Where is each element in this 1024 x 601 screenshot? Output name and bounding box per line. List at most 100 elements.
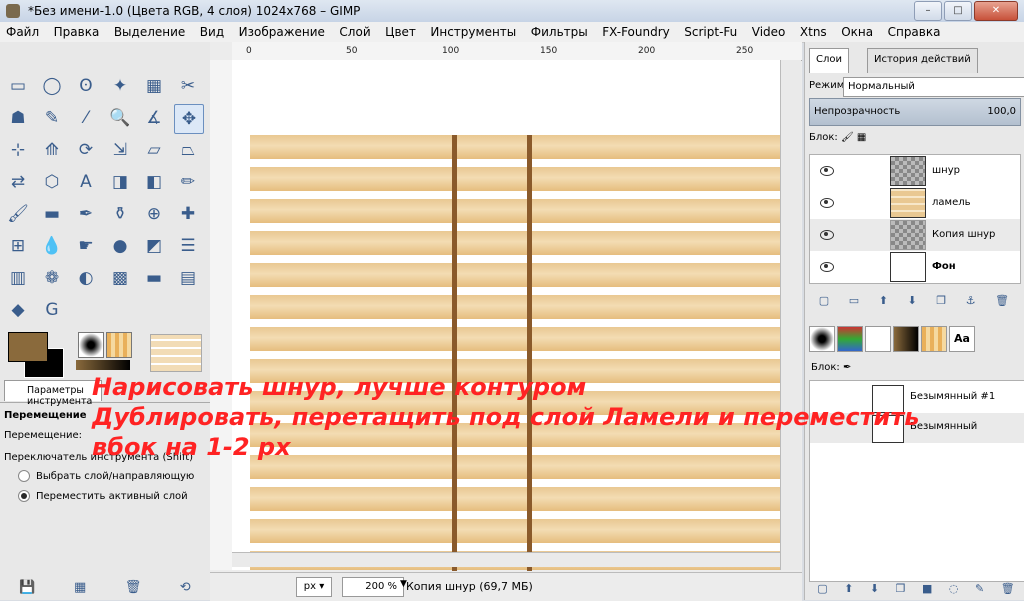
layer-mode-select[interactable]: Нормальный [843,77,1024,97]
new-path-icon[interactable]: ▢ [817,582,827,598]
active-image-thumbnail[interactable] [150,334,202,372]
visibility-eye-icon[interactable] [820,196,834,208]
dodge-burn-icon[interactable]: ● [106,232,134,260]
menu-image[interactable]: Изображение [233,22,330,39]
shear-icon[interactable]: ▱ [140,136,168,164]
menu-view[interactable]: Вид [194,22,229,39]
paintbrush-icon[interactable]: 🖌 [4,200,32,228]
script-c-icon[interactable]: ▥ [4,264,32,292]
tool-options-tab[interactable]: Параметры инструмента [4,380,102,407]
duplicate-path-icon[interactable]: ❐ [896,582,906,598]
radio-pick-layer[interactable]: Выбрать слой/направляющую [18,470,194,482]
menu-script-fu[interactable]: Script-Fu [678,22,742,39]
menu-video[interactable]: Video [746,22,791,39]
gradients-tab-icon[interactable] [893,326,919,352]
free-select-icon[interactable]: ʘ [72,72,100,100]
opacity-slider[interactable]: Непрозрачность 100,0 [809,98,1021,126]
paths-tab-icon[interactable] [865,326,891,352]
layer-row[interactable]: Копия шнур [810,219,1020,251]
clone-icon[interactable]: ⊕ [140,200,168,228]
text-icon[interactable]: A [72,168,100,196]
radio-pick-layer-button[interactable] [18,470,30,482]
restore-options-icon[interactable]: ▦ [74,580,86,595]
visibility-eye-icon[interactable] [820,228,834,240]
raise-path-icon[interactable]: ⬆ [844,582,853,598]
scissors-icon[interactable]: ✂ [174,72,202,100]
delete-options-icon[interactable]: 🗑 [125,580,142,595]
path-to-selection-icon[interactable]: ■ [922,582,932,598]
heal-icon[interactable]: ✚ [174,200,202,228]
ellipse-select-icon[interactable]: ◯ [38,72,66,100]
crop-icon[interactable]: ⟰ [38,136,66,164]
lower-layer-icon[interactable]: ⬇ [908,294,917,312]
minimize-button[interactable]: – [914,1,942,21]
perspective-icon[interactable]: ⏢ [174,136,202,164]
duplicate-layer-icon[interactable]: ❐ [936,294,946,312]
layer-row[interactable]: ламель [810,187,1020,219]
bucket-fill-icon[interactable]: ◨ [106,168,134,196]
radio-move-active-button[interactable] [18,490,30,502]
menu-filters[interactable]: Фильтры [525,22,593,39]
gimp-logo-icon[interactable]: G [38,296,66,324]
zoom-icon[interactable]: 🔍 [106,104,134,132]
menu-colors[interactable]: Цвет [379,22,421,39]
brush-preview[interactable] [78,332,104,358]
perspective-clone-icon[interactable]: ⊞ [4,232,32,260]
new-group-icon[interactable]: ▭ [849,294,859,312]
menu-select[interactable]: Выделение [108,22,190,39]
stroke-path-icon[interactable]: ✎ [975,582,984,598]
delete-layer-icon[interactable]: 🗑 [995,294,1009,312]
new-layer-icon[interactable]: ▢ [819,294,829,312]
save-options-icon[interactable]: 💾 [19,580,35,595]
script-a-icon[interactable]: ◩ [140,232,168,260]
fuzzy-select-icon[interactable]: ✦ [106,72,134,100]
gradient-preview[interactable] [76,360,130,370]
menu-layer[interactable]: Слой [333,22,375,39]
script-g-icon[interactable]: ▬ [140,264,168,292]
zoom-field[interactable]: 200 % [342,577,404,597]
gegl-icon[interactable]: ◆ [4,296,32,324]
script-e-icon[interactable]: ◐ [72,264,100,292]
smudge-icon[interactable]: ☛ [72,232,100,260]
delete-path-icon[interactable]: 🗑 [1001,582,1015,598]
menu-xtns[interactable]: Xtns [794,22,832,39]
horizontal-ruler[interactable]: 0 50 100 150 200 250 [232,42,802,61]
horizontal-scrollbar[interactable] [232,552,780,567]
tab-history[interactable]: История действий [867,48,978,73]
lock-alpha-icon[interactable]: ▦ [857,132,866,143]
pencil-icon[interactable]: ✏ [174,168,202,196]
fonts-tab-icon[interactable]: Aa [949,326,975,352]
airbrush-icon[interactable]: ✒ [72,200,100,228]
anchor-layer-icon[interactable]: ⚓ [966,294,976,312]
radio-move-active[interactable]: Переместить активный слой [18,490,188,502]
menu-file[interactable]: Файл [0,22,44,39]
foreground-select-icon[interactable]: ☗ [4,104,32,132]
script-b-icon[interactable]: ☰ [174,232,202,260]
brushes-tab-icon[interactable] [809,326,835,352]
visibility-eye-icon[interactable] [820,260,834,272]
image-canvas[interactable] [232,60,780,571]
selection-to-path-icon[interactable]: ◌ [949,582,959,598]
menu-windows[interactable]: Окна [835,22,878,39]
measure-icon[interactable]: ∡ [140,104,168,132]
scale-icon[interactable]: ⇲ [106,136,134,164]
align-icon[interactable]: ⊹ [4,136,32,164]
raise-layer-icon[interactable]: ⬆ [879,294,888,312]
tab-layers[interactable]: Слои [809,48,849,73]
ink-icon[interactable]: ⚱ [106,200,134,228]
flip-icon[interactable]: ⇄ [4,168,32,196]
unit-select[interactable]: px ▾ [296,577,332,597]
channels-tab-icon[interactable] [837,326,863,352]
select-by-color-icon[interactable]: ▦ [140,72,168,100]
blur-icon[interactable]: 💧 [38,232,66,260]
vertical-ruler[interactable] [210,60,233,570]
cage-icon[interactable]: ⬡ [38,168,66,196]
pattern-preview[interactable] [106,332,132,358]
menu-tools[interactable]: Инструменты [424,22,521,39]
script-d-icon[interactable]: ❁ [38,264,66,292]
lock-pixels-icon[interactable]: 🖌 [841,132,854,143]
blend-icon[interactable]: ◧ [140,168,168,196]
eraser-icon[interactable]: ▬ [38,200,66,228]
vertical-scrollbar[interactable] [780,60,801,570]
move-icon[interactable]: ✥ [174,104,204,134]
